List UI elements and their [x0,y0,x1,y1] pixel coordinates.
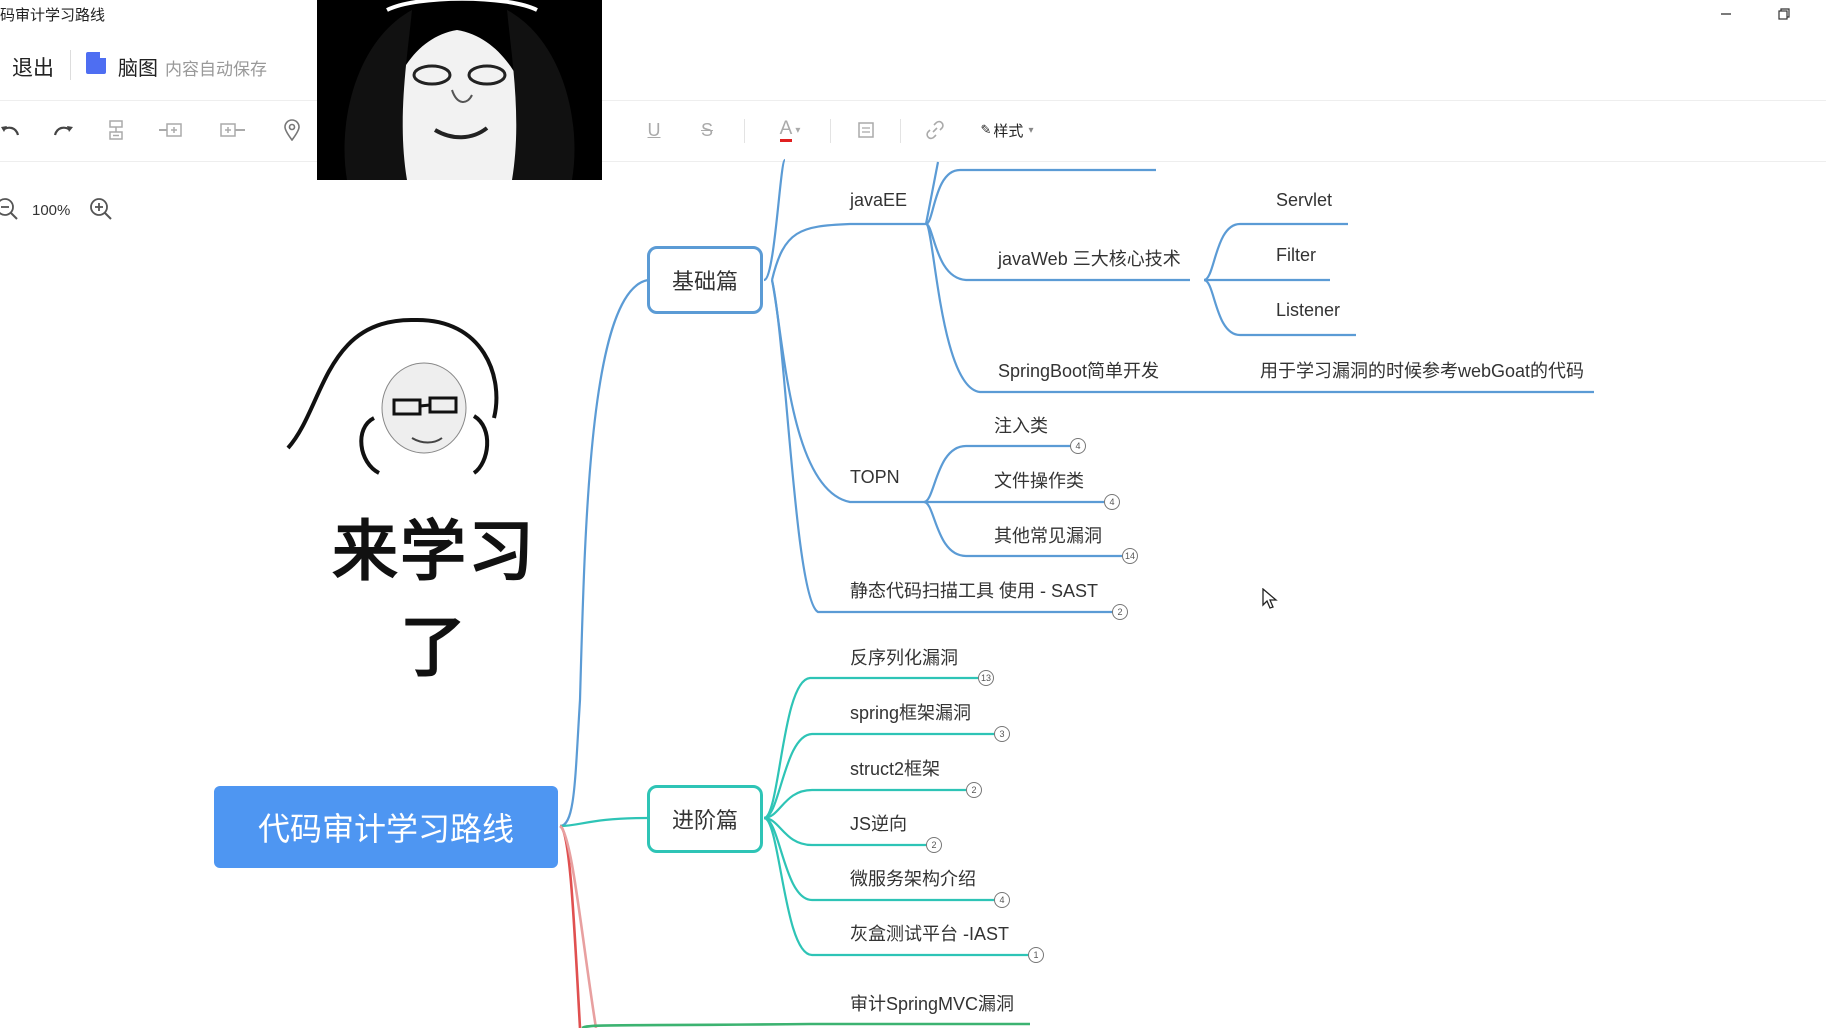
collapse-badge-struct2[interactable]: 2 [966,782,982,798]
node-iast[interactable]: 灰盒测试平台 -IAST [850,920,1009,946]
collapse-badge-js[interactable]: 2 [926,837,942,853]
node-springboot[interactable]: SpringBoot简单开发 [998,357,1159,383]
collapse-badge-inject[interactable]: 4 [1070,438,1086,454]
node-js-reverse[interactable]: JS逆向 [850,810,907,836]
collapse-badge-sast[interactable]: 2 [1112,604,1128,620]
node-springmvc[interactable]: 审计SpringMVC漏洞 [850,990,1014,1016]
collapse-badge-spring[interactable]: 3 [994,726,1010,742]
node-sast[interactable]: 静态代码扫描工具 使用 - SAST [850,577,1098,603]
meme-learning-image: 来学习了 [284,288,576,686]
node-filter[interactable]: Filter [1276,245,1316,266]
node-springboot-note[interactable]: 用于学习漏洞的时候参考webGoat的代码 [1260,357,1584,383]
collapse-badge-iast[interactable]: 1 [1028,947,1044,963]
node-spring-framework[interactable]: spring框架漏洞 [850,699,971,725]
node-javaee[interactable]: javaEE [850,190,907,211]
meme-caption: 来学习了 [332,513,536,686]
node-deserialization[interactable]: 反序列化漏洞 [850,644,958,670]
node-struct2[interactable]: struct2框架 [850,755,940,781]
mindmap-root-node[interactable]: 代码审计学习路线 [214,786,558,868]
collapse-badge-other-vuln[interactable]: 14 [1122,548,1138,564]
collapse-badge-fileop[interactable]: 4 [1104,494,1120,510]
node-listener[interactable]: Listener [1276,300,1340,321]
collapse-badge-deserialization[interactable]: 13 [978,670,994,686]
node-fileop[interactable]: 文件操作类 [994,467,1084,493]
node-microservice[interactable]: 微服务架构介绍 [850,865,976,891]
meme-face-image [317,0,602,180]
collapse-badge-microservice[interactable]: 4 [994,892,1010,908]
node-servlet[interactable]: Servlet [1276,190,1332,211]
node-topn[interactable]: TOPN [850,467,900,488]
branch-advanced[interactable]: 进阶篇 [647,785,763,853]
node-inject[interactable]: 注入类 [994,412,1048,438]
node-other-vuln[interactable]: 其他常见漏洞 [994,522,1102,548]
node-javaweb[interactable]: javaWeb 三大核心技术 [998,245,1181,271]
mouse-cursor-icon [1262,587,1278,615]
branch-basic[interactable]: 基础篇 [647,246,763,314]
